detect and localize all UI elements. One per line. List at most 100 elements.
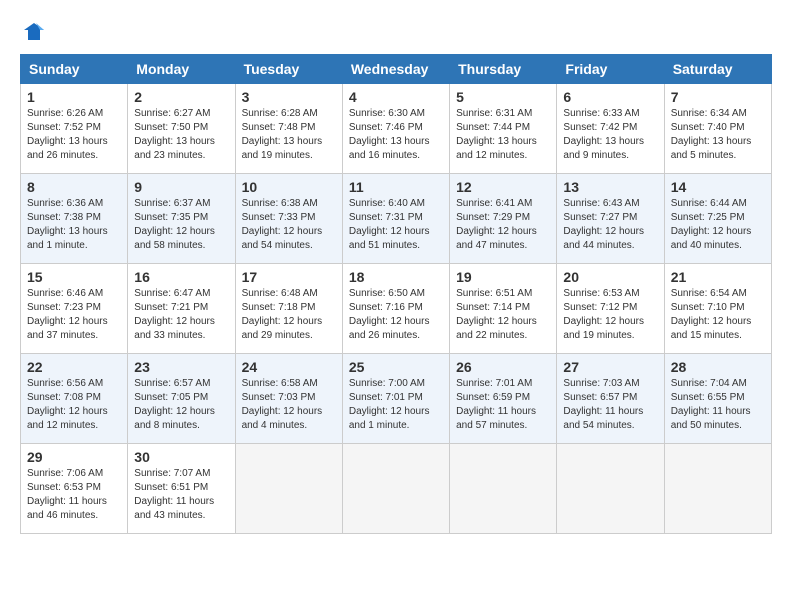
day-number: 29 [27,449,121,465]
calendar-day: 20 Sunrise: 6:53 AM Sunset: 7:12 PM Dayli… [557,264,664,354]
day-number: 5 [456,89,550,105]
calendar-day: 12Sunrise: 6:41 AM Sunset: 7:29 PM Dayli… [450,174,557,264]
day-info: Sunrise: 6:43 AM Sunset: 7:27 PM Dayligh… [563,197,657,253]
day-number: 23 [134,359,228,375]
calendar-header-friday: Friday [557,55,664,84]
day-info: Sunrise: 6:57 AM Sunset: 7:05 PM Dayligh… [134,377,228,433]
calendar-day: 27Sunrise: 7:03 AM Sunset: 6:57 PM Dayli… [557,354,664,444]
day-info: Sunrise: 6:53 AM Sunset: 7:12 PM Dayligh… [563,287,657,343]
day-info: Sunrise: 6:36 AM Sunset: 7:38 PM Dayligh… [27,197,121,253]
calendar-day: 4Sunrise: 6:30 AM Sunset: 7:46 PM Daylig… [342,84,449,174]
day-info: Sunrise: 6:28 AM Sunset: 7:48 PM Dayligh… [242,107,336,163]
calendar-week-4: 22 Sunrise: 6:56 AM Sunset: 7:08 PM Dayli… [21,354,772,444]
day-number: 25 [349,359,443,375]
calendar-header-sunday: Sunday [21,55,128,84]
day-info: Sunrise: 6:26 AM Sunset: 7:52 PM Dayligh… [27,107,121,163]
calendar-header-tuesday: Tuesday [235,55,342,84]
day-number: 16 [134,269,228,285]
calendar-day: 15 Sunrise: 6:46 AM Sunset: 7:23 PM Dayli… [21,264,128,354]
calendar-day: 23 Sunrise: 6:57 AM Sunset: 7:05 PM Dayli… [128,354,235,444]
calendar-day [450,444,557,534]
calendar-day: 16 Sunrise: 6:47 AM Sunset: 7:21 PM Dayli… [128,264,235,354]
day-info: Sunrise: 6:44 AM Sunset: 7:25 PM Dayligh… [671,197,765,253]
calendar-table: SundayMondayTuesdayWednesdayThursdayFrid… [20,54,772,534]
logo [20,20,46,44]
calendar-day: 21 Sunrise: 6:54 AM Sunset: 7:10 PM Dayli… [664,264,771,354]
day-number: 10 [242,179,336,195]
calendar-day: 25 Sunrise: 7:00 AM Sunset: 7:01 PM Dayli… [342,354,449,444]
day-number: 3 [242,89,336,105]
day-number: 24 [242,359,336,375]
calendar-header-thursday: Thursday [450,55,557,84]
calendar-day: 24 Sunrise: 6:58 AM Sunset: 7:03 PM Dayli… [235,354,342,444]
day-number: 7 [671,89,765,105]
calendar-day [557,444,664,534]
logo-icon [22,20,46,44]
calendar-day: 13 Sunrise: 6:43 AM Sunset: 7:27 PM Dayli… [557,174,664,264]
calendar-day: 19 Sunrise: 6:51 AM Sunset: 7:14 PM Dayli… [450,264,557,354]
day-number: 30 [134,449,228,465]
calendar-day: 22 Sunrise: 6:56 AM Sunset: 7:08 PM Dayli… [21,354,128,444]
calendar-day: 1 Sunrise: 6:26 AM Sunset: 7:52 PM Daylig… [21,84,128,174]
day-number: 8 [27,179,121,195]
calendar-week-5: 29Sunrise: 7:06 AM Sunset: 6:53 PM Dayli… [21,444,772,534]
calendar-day: 8 Sunrise: 6:36 AM Sunset: 7:38 PM Daylig… [21,174,128,264]
calendar-week-1: 1 Sunrise: 6:26 AM Sunset: 7:52 PM Daylig… [21,84,772,174]
calendar-day: 14 Sunrise: 6:44 AM Sunset: 7:25 PM Dayli… [664,174,771,264]
day-number: 13 [563,179,657,195]
calendar-day: 5 Sunrise: 6:31 AM Sunset: 7:44 PM Daylig… [450,84,557,174]
calendar-day [342,444,449,534]
calendar-day: 9Sunrise: 6:37 AM Sunset: 7:35 PM Daylig… [128,174,235,264]
day-info: Sunrise: 6:46 AM Sunset: 7:23 PM Dayligh… [27,287,121,343]
page-header [20,20,772,44]
calendar-day: 17Sunrise: 6:48 AM Sunset: 7:18 PM Dayli… [235,264,342,354]
calendar-day: 29Sunrise: 7:06 AM Sunset: 6:53 PM Dayli… [21,444,128,534]
day-info: Sunrise: 6:58 AM Sunset: 7:03 PM Dayligh… [242,377,336,433]
day-number: 2 [134,89,228,105]
calendar-header-monday: Monday [128,55,235,84]
day-number: 1 [27,89,121,105]
day-number: 14 [671,179,765,195]
calendar-day: 2 Sunrise: 6:27 AM Sunset: 7:50 PM Daylig… [128,84,235,174]
day-info: Sunrise: 6:33 AM Sunset: 7:42 PM Dayligh… [563,107,657,163]
day-info: Sunrise: 6:54 AM Sunset: 7:10 PM Dayligh… [671,287,765,343]
day-info: Sunrise: 6:27 AM Sunset: 7:50 PM Dayligh… [134,107,228,163]
day-info: Sunrise: 6:50 AM Sunset: 7:16 PM Dayligh… [349,287,443,343]
calendar-week-3: 15 Sunrise: 6:46 AM Sunset: 7:23 PM Dayli… [21,264,772,354]
day-info: Sunrise: 7:04 AM Sunset: 6:55 PM Dayligh… [671,377,765,433]
calendar-day: 28 Sunrise: 7:04 AM Sunset: 6:55 PM Dayli… [664,354,771,444]
day-number: 26 [456,359,550,375]
day-number: 15 [27,269,121,285]
day-number: 20 [563,269,657,285]
day-number: 12 [456,179,550,195]
day-info: Sunrise: 6:48 AM Sunset: 7:18 PM Dayligh… [242,287,336,343]
day-info: Sunrise: 6:38 AM Sunset: 7:33 PM Dayligh… [242,197,336,253]
day-number: 21 [671,269,765,285]
day-info: Sunrise: 6:40 AM Sunset: 7:31 PM Dayligh… [349,197,443,253]
day-number: 18 [349,269,443,285]
day-info: Sunrise: 7:01 AM Sunset: 6:59 PM Dayligh… [456,377,550,433]
day-number: 6 [563,89,657,105]
calendar-day [235,444,342,534]
calendar-header-row: SundayMondayTuesdayWednesdayThursdayFrid… [21,55,772,84]
calendar-header-wednesday: Wednesday [342,55,449,84]
day-info: Sunrise: 6:56 AM Sunset: 7:08 PM Dayligh… [27,377,121,433]
day-number: 22 [27,359,121,375]
calendar-day: 10 Sunrise: 6:38 AM Sunset: 7:33 PM Dayli… [235,174,342,264]
day-info: Sunrise: 7:00 AM Sunset: 7:01 PM Dayligh… [349,377,443,433]
day-number: 27 [563,359,657,375]
day-info: Sunrise: 6:51 AM Sunset: 7:14 PM Dayligh… [456,287,550,343]
day-info: Sunrise: 6:34 AM Sunset: 7:40 PM Dayligh… [671,107,765,163]
calendar-day: 7 Sunrise: 6:34 AM Sunset: 7:40 PM Daylig… [664,84,771,174]
day-number: 28 [671,359,765,375]
day-number: 19 [456,269,550,285]
calendar-week-2: 8 Sunrise: 6:36 AM Sunset: 7:38 PM Daylig… [21,174,772,264]
day-info: Sunrise: 7:07 AM Sunset: 6:51 PM Dayligh… [134,467,228,523]
day-info: Sunrise: 6:47 AM Sunset: 7:21 PM Dayligh… [134,287,228,343]
day-info: Sunrise: 6:30 AM Sunset: 7:46 PM Dayligh… [349,107,443,163]
day-info: Sunrise: 6:31 AM Sunset: 7:44 PM Dayligh… [456,107,550,163]
calendar-day: 3 Sunrise: 6:28 AM Sunset: 7:48 PM Daylig… [235,84,342,174]
calendar-day: 11Sunrise: 6:40 AM Sunset: 7:31 PM Dayli… [342,174,449,264]
calendar-day: 6 Sunrise: 6:33 AM Sunset: 7:42 PM Daylig… [557,84,664,174]
day-info: Sunrise: 6:37 AM Sunset: 7:35 PM Dayligh… [134,197,228,253]
